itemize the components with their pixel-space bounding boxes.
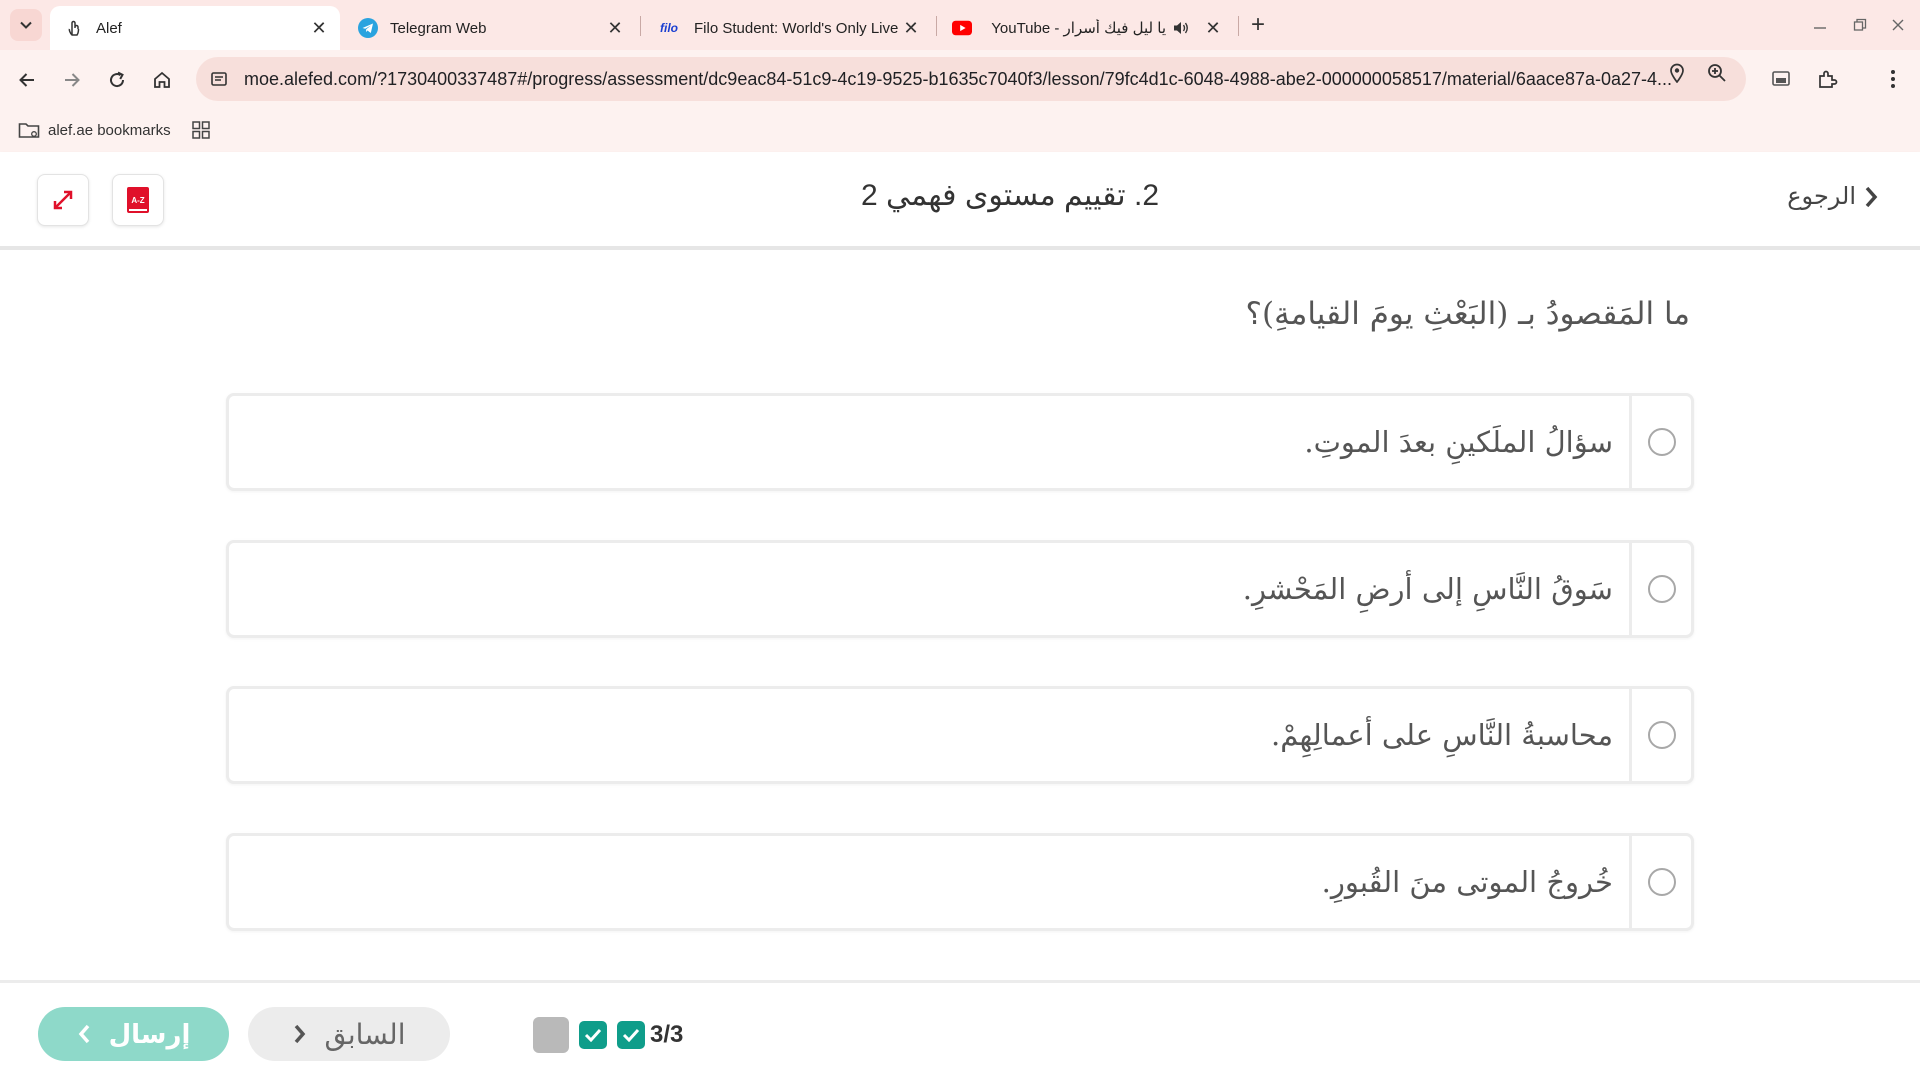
chevron-right-icon <box>1864 185 1878 209</box>
browser-tab-bar: Alef ✕ Telegram Web ✕ filo Filo Student:… <box>0 0 1920 50</box>
cast-icon[interactable] <box>1766 64 1796 94</box>
home-icon[interactable] <box>145 63 179 97</box>
radio-cell[interactable] <box>1629 689 1691 781</box>
extensions-icon[interactable] <box>1812 64 1842 94</box>
tab-separator <box>640 16 641 36</box>
submit-button[interactable]: إرسال <box>38 1007 229 1061</box>
tab-title: Alef <box>96 19 122 37</box>
bookmarks-bar: alef.ae bookmarks <box>0 108 1920 152</box>
expand-arrows-icon <box>51 188 75 212</box>
tab-search-button[interactable] <box>10 9 42 41</box>
chevron-right-icon <box>293 1023 307 1045</box>
tab-telegram[interactable]: Telegram Web ✕ <box>344 6 636 50</box>
chevron-down-icon <box>19 18 33 32</box>
answer-option-4[interactable]: خُروجُ الموتى منَ القُبورِ. <box>226 833 1694 931</box>
tab-alef[interactable]: Alef ✕ <box>50 6 340 50</box>
previous-label: السابق <box>324 1018 406 1050</box>
close-icon[interactable]: ✕ <box>308 17 330 39</box>
close-icon[interactable]: ✕ <box>1202 17 1224 39</box>
back-label: الرجوع <box>1787 183 1856 210</box>
answer-text: سؤالُ الملَكينِ بعدَ الموتِ. <box>1304 425 1613 459</box>
radio-button[interactable] <box>1647 575 1676 603</box>
tab-separator <box>936 16 937 36</box>
progress-current-square <box>533 1017 569 1053</box>
progress-check-icon <box>617 1021 645 1049</box>
kebab-menu-icon[interactable] <box>1878 64 1908 94</box>
youtube-icon <box>952 18 972 38</box>
assessment-footer: إرسال السابق 3/3 <box>0 980 1920 1080</box>
bookmark-folder-alef[interactable]: alef.ae bookmarks <box>18 116 171 144</box>
reload-icon[interactable] <box>100 63 134 97</box>
forward-arrow-icon[interactable] <box>55 63 89 97</box>
progress-count: 3/3 <box>650 1021 684 1048</box>
folder-icon <box>18 121 40 139</box>
tab-title: YouTube - يا ليل فيك أسرار <box>991 20 1166 37</box>
submit-label: إرسال <box>108 1018 191 1049</box>
tab-youtube[interactable]: YouTube - يا ليل فيك أسرار ✕ <box>938 6 1234 50</box>
bookmark-label: alef.ae bookmarks <box>48 121 171 139</box>
new-tab-plus-icon[interactable]: + <box>1244 11 1272 39</box>
answer-option-1[interactable]: سؤالُ الملَكينِ بعدَ الموتِ. <box>226 393 1694 491</box>
browser-toolbar: moe.alefed.com/?1730400337487#/progress/… <box>0 50 1920 108</box>
answer-text: محاسبةُ النَّاسِ على أعمالِهِمْ. <box>1271 718 1613 752</box>
address-bar[interactable]: moe.alefed.com/?1730400337487#/progress/… <box>196 57 1746 101</box>
radio-cell[interactable] <box>1629 396 1691 488</box>
radio-cell[interactable] <box>1629 836 1691 928</box>
answer-option-2[interactable]: سَوقُ النَّاسِ إلى أرضِ المَحْشرِ. <box>226 540 1694 638</box>
progress-check-icon <box>579 1021 607 1049</box>
question-text: ما المَقصودُ بـ (البَعْثِ يومَ القيامةِ)… <box>1245 296 1690 332</box>
location-pin-icon[interactable] <box>1666 62 1688 84</box>
answer-text: خُروجُ الموتى منَ القُبورِ. <box>1321 865 1613 899</box>
radio-button[interactable] <box>1647 428 1676 456</box>
url-text: moe.alefed.com/?1730400337487#/progress/… <box>244 68 1673 89</box>
telegram-icon <box>358 18 378 38</box>
dictionary-book-icon: A-Z <box>127 187 149 213</box>
restore-icon[interactable] <box>1842 10 1878 40</box>
answer-option-3[interactable]: محاسبةُ النَّاسِ على أعمالِهِمْ. <box>226 686 1694 784</box>
back-arrow-icon[interactable] <box>10 63 44 97</box>
hand-pointer-icon <box>64 18 84 38</box>
previous-button[interactable]: السابق <box>248 1007 450 1061</box>
fullscreen-button[interactable] <box>37 174 89 226</box>
window-close-icon[interactable] <box>1880 10 1916 40</box>
tab-title: Filo Student: World's Only Live I <box>694 19 900 37</box>
tab-title: Telegram Web <box>390 19 487 37</box>
answer-text: سَوقُ النَّاسِ إلى أرضِ المَحْشرِ. <box>1242 572 1613 606</box>
filo-icon: filo <box>660 21 678 35</box>
dictionary-button[interactable]: A-Z <box>112 174 164 226</box>
radio-button[interactable] <box>1647 721 1676 749</box>
page-title: 2. تقييم مستوى فهمي 2 <box>860 179 1160 212</box>
speaker-icon[interactable] <box>1172 20 1194 36</box>
site-info-icon[interactable] <box>210 70 230 88</box>
assessment-header: A-Z 2. تقييم مستوى فهمي 2 الرجوع <box>0 152 1920 248</box>
apps-grid-icon[interactable] <box>192 116 210 144</box>
chevron-left-icon <box>77 1023 91 1045</box>
radio-button[interactable] <box>1647 868 1676 896</box>
tab-separator <box>1238 16 1239 36</box>
close-icon[interactable]: ✕ <box>604 17 626 39</box>
back-link[interactable]: الرجوع <box>1787 182 1878 211</box>
zoom-icon[interactable] <box>1706 62 1728 84</box>
minimize-icon[interactable] <box>1802 10 1838 40</box>
close-icon[interactable]: ✕ <box>900 17 922 39</box>
tab-filo[interactable]: filo Filo Student: World's Only Live I ✕ <box>642 6 932 50</box>
question-area: ما المَقصودُ بـ (البَعْثِ يومَ القيامةِ)… <box>0 250 1920 980</box>
radio-cell[interactable] <box>1629 543 1691 635</box>
